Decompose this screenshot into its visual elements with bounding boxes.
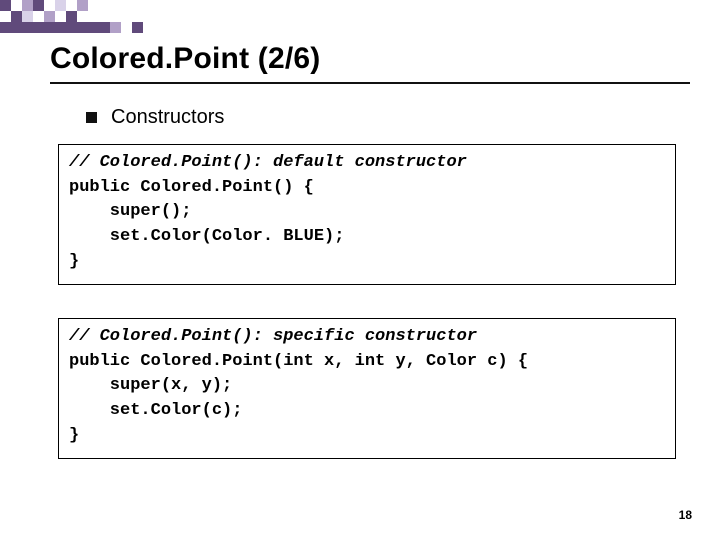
bullet-text: Constructors [111, 106, 224, 129]
page-number: 18 [679, 508, 692, 522]
code-line: } [69, 252, 79, 271]
square-bullet-icon [86, 112, 97, 123]
code-line: set.Color(Color. BLUE); [69, 227, 344, 246]
bullet-item: Constructors [86, 106, 224, 129]
code-line: set.Color(c); [69, 401, 242, 420]
code-line: } [69, 426, 79, 445]
code-comment: // Colored.Point(): default constructor [69, 153, 467, 172]
slide-title: Colored.Point (2/6) [50, 42, 320, 76]
corner-decoration [0, 0, 170, 34]
code-line: public Colored.Point(int x, int y, Color… [69, 352, 528, 371]
code-line: super(); [69, 202, 191, 221]
code-comment: // Colored.Point(): specific constructor [69, 327, 477, 346]
code-block-default-constructor: // Colored.Point(): default constructor … [58, 144, 676, 285]
code-line: public Colored.Point() { [69, 178, 314, 197]
title-underline [50, 82, 690, 84]
code-block-specific-constructor: // Colored.Point(): specific constructor… [58, 318, 676, 459]
code-line: super(x, y); [69, 376, 232, 395]
